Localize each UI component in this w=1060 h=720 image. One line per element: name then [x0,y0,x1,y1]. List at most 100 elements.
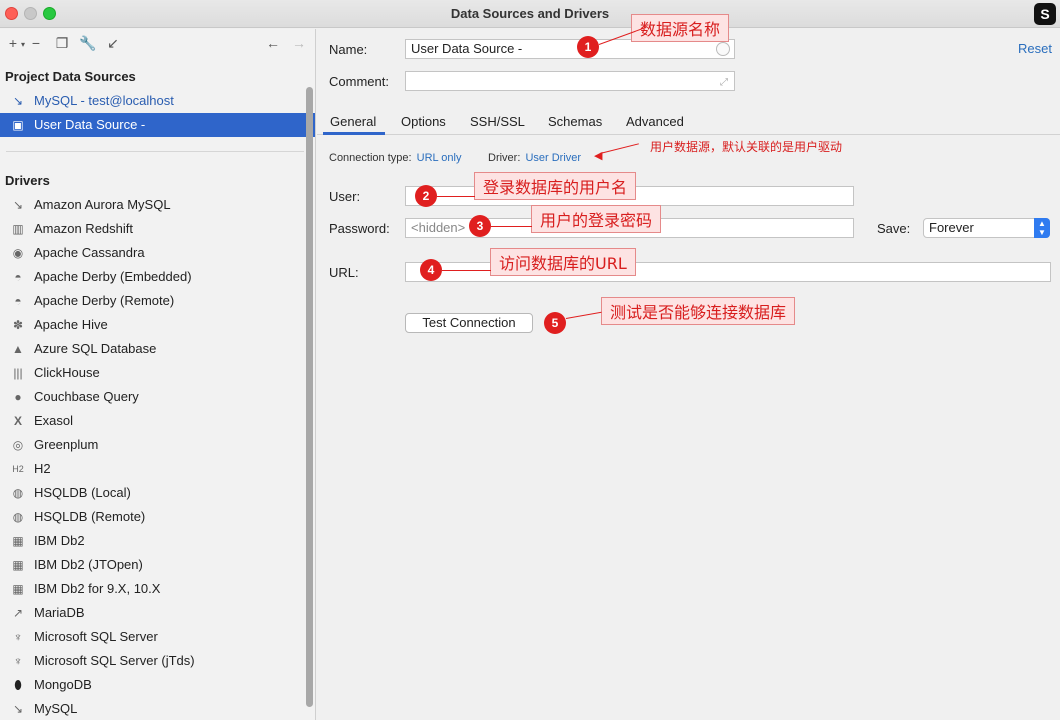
driver-item[interactable]: ▥ Amazon Redshift [0,217,315,241]
datasource-item-mysql[interactable]: ↘ MySQL - test@localhost [0,89,315,113]
driver-item[interactable]: ◓ Apache Derby (Embedded) [0,265,315,289]
annotation-2-label: 登录数据库的用户名 [474,172,637,200]
tab-ssh-ssl[interactable]: SSH/SSL [470,114,525,129]
driver-link[interactable]: User Driver [525,152,581,164]
annotation-5-label: 测试是否能够连接数据库 [601,297,796,325]
arrow-head-icon: ◀ [594,150,603,162]
app-logo: S [1034,3,1056,25]
save-label: Save: [877,221,911,236]
mariadb-icon: ↗ [12,606,24,620]
comment-input[interactable]: ⤢ [405,71,735,91]
driver-label: ClickHouse [34,365,100,380]
name-input[interactable]: User Data Source - [405,39,735,59]
color-option-icon[interactable] [716,42,730,56]
annotation-3-badge: 3 [469,215,491,237]
exasol-x-icon: X [13,414,22,428]
annotation-3-label: 用户的登录密码 [531,205,662,233]
comment-label: Comment: [329,74,389,89]
driver-label: Exasol [34,413,74,428]
back-arrow-icon[interactable]: ← [264,34,282,52]
name-value: User Data Source - [411,41,523,56]
annotation-4-pointer [442,270,491,271]
driver-item[interactable]: ||| ClickHouse [0,361,315,385]
tab-general[interactable]: General [330,114,376,129]
cassandra-eye-icon: ◉ [12,246,24,260]
driver-label: MariaDB [34,605,85,620]
ibm-db2-icon: ▦ [12,558,24,572]
annotation-2-badge: 2 [415,185,437,207]
tab-schemas[interactable]: Schemas [548,114,602,129]
sidebar-toolbar: + ▾ − ❐ 🔧 ↙ ← → [0,29,315,57]
aurora-mysql-icon: ↘ [12,198,24,212]
driver-label: IBM Db2 [34,533,85,548]
driver-label: IBM Db2 (JTOpen) [34,557,143,572]
driver-label: Microsoft SQL Server [34,629,158,644]
active-tab-indicator [323,132,385,135]
datasource-label: MySQL - test@localhost [34,93,174,108]
datasource-label: User Data Source - [34,117,146,132]
sql-server-icon: ♆ [13,654,23,668]
forward-arrow-icon[interactable]: → [290,34,308,52]
driver-label: HSQLDB (Remote) [34,509,146,524]
connection-type-link[interactable]: URL only [417,152,462,164]
driver-item[interactable]: ↗ MariaDB [0,601,315,625]
remove-icon[interactable]: − [27,34,45,52]
wrench-icon[interactable]: 🔧 [79,34,97,52]
sidebar-divider [6,151,304,152]
title-bar: Data Sources and Drivers S [0,0,1060,28]
driver-item[interactable]: ● Couchbase Query [0,385,315,409]
driver-item[interactable]: ▦ IBM Db2 for 9.X, 10.X [0,577,315,601]
reset-link[interactable]: Reset [1018,41,1052,56]
driver-item[interactable]: ▲ Azure SQL Database [0,337,315,361]
driver-item[interactable]: ◎ Greenplum [0,433,315,457]
driver-item[interactable]: ⬮ MongoDB [0,673,315,697]
driver-item[interactable]: ↘ Amazon Aurora MySQL [0,193,315,217]
tab-bar: General Options SSH/SSL Schemas Advanced [317,109,1060,135]
driver-item[interactable]: ◍ HSQLDB (Remote) [0,505,315,529]
annotation-1-badge: 1 [577,36,599,58]
scrollbar-thumb[interactable] [306,87,313,707]
sidebar: + ▾ − ❐ 🔧 ↙ ← → Project Data Sources ↘ M… [0,29,316,720]
name-label: Name: [329,42,368,57]
redshift-icon: ▥ [12,222,24,236]
tab-advanced[interactable]: Advanced [626,114,684,129]
tab-options[interactable]: Options [401,114,446,129]
driver-item[interactable]: ▦ IBM Db2 [0,529,315,553]
mysql-dolphin-icon: ↘ [12,94,24,108]
driver-item[interactable]: ◉ Apache Cassandra [0,241,315,265]
driver-item[interactable]: H2 H2 [0,457,315,481]
sidebar-scrollbar[interactable] [306,57,314,707]
driver-item[interactable]: ♆ Microsoft SQL Server (jTds) [0,649,315,673]
driver-item[interactable]: ◓ Apache Derby (Remote) [0,289,315,313]
driver-row: Driver: User Driver [488,152,581,164]
duplicate-icon[interactable]: ❐ [53,34,71,52]
datasource-item-user[interactable]: ▣ User Data Source - [0,113,315,137]
drivers-heading: Drivers [5,173,50,188]
driver-item[interactable]: X Exasol [0,409,315,433]
expand-icon[interactable]: ⤢ [720,74,728,92]
derby-hat-icon: ◓ [14,270,22,284]
ibm-db2-icon: ▦ [12,582,24,596]
user-datasource-icon: ▣ [12,118,24,132]
driver-item[interactable]: ♆ Microsoft SQL Server [0,625,315,649]
test-connection-button[interactable]: Test Connection [405,313,533,333]
save-select[interactable]: Forever ▲ ▼ [923,218,1050,238]
driver-item[interactable]: ✽ Apache Hive [0,313,315,337]
h2-icon: H2 [12,464,24,474]
password-label: Password: [329,221,390,236]
hsqldb-icon: ◍ [12,486,24,500]
annotation-4-label: 访问数据库的URL [490,248,636,276]
driver-item[interactable]: ↘ MySQL [0,697,315,720]
driver-item[interactable]: ◍ HSQLDB (Local) [0,481,315,505]
select-arrows-icon: ▲ ▼ [1034,218,1050,238]
annotation-4-badge: 4 [420,259,442,281]
driver-label: Amazon Redshift [34,221,133,236]
import-icon[interactable]: ↙ [104,34,122,52]
azure-icon: ▲ [12,342,24,356]
driver-annotation: 用户数据源，默认关联的是用户驱动 [650,140,843,154]
couchbase-icon: ● [14,390,22,404]
sql-server-icon: ♆ [13,630,23,644]
driver-item[interactable]: ▦ IBM Db2 (JTOpen) [0,553,315,577]
connection-type-row: Connection type: URL only [329,152,461,164]
driver-label: Microsoft SQL Server (jTds) [34,653,195,668]
